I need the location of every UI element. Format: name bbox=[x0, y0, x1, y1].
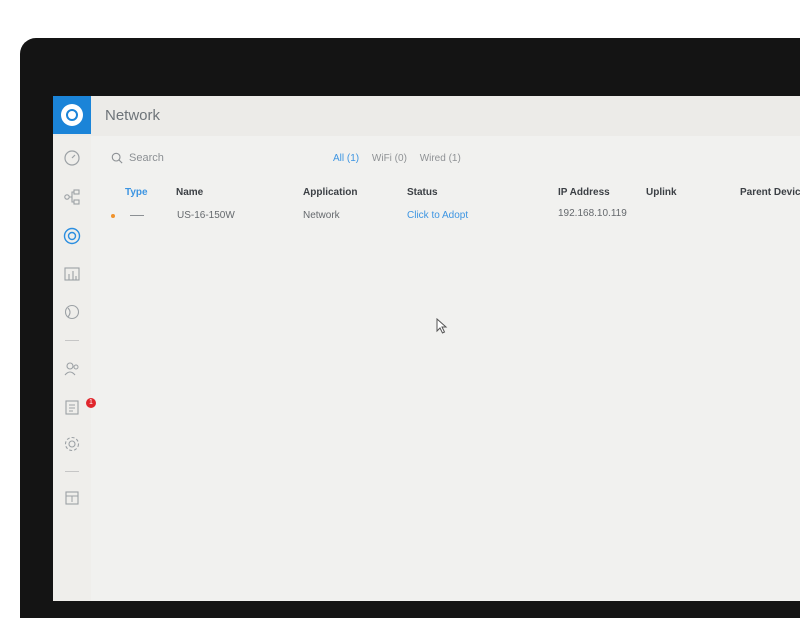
filter-all[interactable]: All (1) bbox=[333, 153, 359, 164]
search-icon bbox=[111, 152, 123, 164]
search-placeholder: Search bbox=[129, 152, 164, 164]
clients-icon[interactable] bbox=[63, 360, 81, 378]
status-dot bbox=[111, 214, 115, 218]
search-box[interactable]: Search bbox=[111, 152, 164, 164]
device-application: Network bbox=[303, 210, 340, 221]
statistics-icon[interactable] bbox=[63, 265, 81, 283]
app-screen: Network 1 Search All (1) WiFi (0) Wired … bbox=[53, 96, 800, 601]
device-filter-tabs: All (1) WiFi (0) Wired (1) bbox=[333, 153, 471, 164]
column-header-name[interactable]: Name bbox=[176, 187, 203, 198]
device-ip: 192.168.10.119 bbox=[558, 208, 627, 219]
logo-icon[interactable] bbox=[53, 96, 91, 134]
sidebar: 1 bbox=[53, 136, 96, 601]
adopt-link[interactable]: Click to Adopt bbox=[407, 210, 468, 221]
mouse-pointer-icon bbox=[436, 318, 448, 334]
device-name: US-16-150W bbox=[177, 210, 235, 221]
top-bar: Network bbox=[53, 96, 800, 136]
devices-icon[interactable] bbox=[63, 227, 81, 245]
topology-icon[interactable] bbox=[63, 188, 81, 206]
switch-device-icon bbox=[130, 215, 144, 216]
alerts-icon[interactable] bbox=[63, 398, 81, 416]
filter-wifi[interactable]: WiFi (0) bbox=[372, 153, 407, 164]
filter-wired[interactable]: Wired (1) bbox=[420, 153, 461, 164]
column-header-ip-address[interactable]: IP Address bbox=[558, 187, 610, 198]
sidebar-divider bbox=[65, 471, 79, 472]
page-title: Network bbox=[105, 107, 161, 124]
alerts-badge: 1 bbox=[86, 398, 96, 408]
column-header-type[interactable]: Type bbox=[125, 187, 148, 198]
column-header-parent-device[interactable]: Parent Devic bbox=[740, 187, 800, 198]
column-header-status[interactable]: Status bbox=[407, 187, 438, 198]
sidebar-divider bbox=[65, 340, 79, 341]
events-icon[interactable] bbox=[63, 489, 81, 507]
column-header-application[interactable]: Application bbox=[303, 187, 357, 198]
settings-icon[interactable] bbox=[63, 435, 81, 453]
dashboard-icon[interactable] bbox=[63, 149, 81, 167]
column-header-uplink[interactable]: Uplink bbox=[646, 187, 677, 198]
insights-icon[interactable] bbox=[63, 303, 81, 321]
